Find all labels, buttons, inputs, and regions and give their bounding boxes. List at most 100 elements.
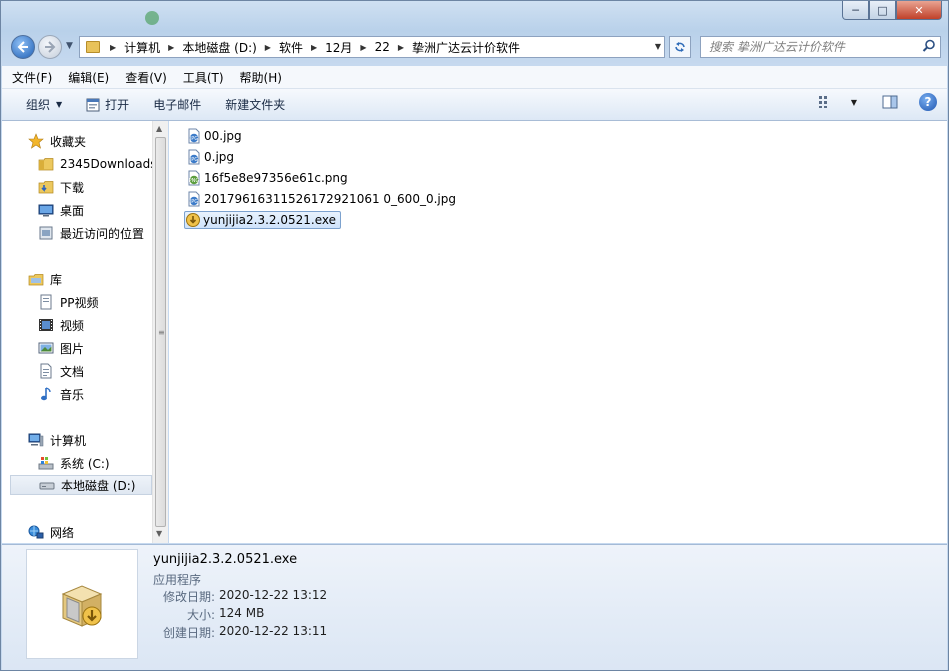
arrow-right-icon [45, 41, 56, 53]
nav-drive-d[interactable]: 本地磁盘 (D:) [10, 475, 152, 495]
details-file-name: yunjijia2.3.2.0521.exe [153, 552, 298, 567]
chevron-right-icon[interactable]: ▶ [398, 43, 404, 52]
downloads-folder-icon [38, 181, 54, 194]
nav-drive-d-label: 本地磁盘 (D:) [61, 478, 136, 493]
address-history-dropdown[interactable]: ▼ [655, 42, 661, 51]
open-button[interactable]: 打开 [74, 93, 141, 117]
file-list: JPG 00.jpg JPG 0.jpg PNG 16f5e8e97356e61… [169, 121, 947, 543]
folder-icon [38, 158, 54, 171]
nav-computer[interactable]: 计算机 [28, 430, 86, 450]
nav-music-label: 音乐 [60, 387, 85, 402]
details-pane: yunjijia2.3.2.0521.exe 应用程序 修改日期: 2020-1… [2, 544, 947, 670]
scroll-down-arrow-icon[interactable]: ▼ [156, 529, 162, 538]
svg-text:JPG: JPG [189, 157, 198, 163]
svg-text:JPG: JPG [189, 199, 198, 205]
menu-edit[interactable]: 编辑(E) [58, 69, 115, 86]
scroll-up-arrow-icon[interactable]: ▲ [156, 124, 162, 133]
nav-pp-video-label: PP视频 [60, 295, 99, 310]
details-created-row: 创建日期: 2020-12-22 13:11 [153, 624, 453, 640]
nav-videos[interactable]: 视频 [38, 315, 84, 335]
file-item-0-jpg[interactable]: JPG 0.jpg [186, 148, 238, 166]
breadcrumb-december[interactable]: 12月 [325, 39, 352, 56]
chevron-right-icon[interactable]: ▶ [360, 43, 366, 52]
breadcrumb-computer[interactable]: 计算机 [124, 39, 160, 56]
title-app-icon [145, 11, 159, 25]
nav-documents[interactable]: 文档 [38, 361, 84, 381]
search-input[interactable] [707, 39, 921, 55]
recent-pages-dropdown[interactable]: ▼ [66, 41, 73, 51]
nav-pictures[interactable]: 图片 [38, 338, 84, 358]
new-folder-button[interactable]: 新建文件夹 [213, 93, 297, 117]
nav-pp-video[interactable]: PP视频 [38, 292, 98, 312]
jpg-file-icon: JPG [188, 149, 200, 165]
nav-network[interactable]: 网络 [28, 522, 74, 542]
address-bar[interactable]: ▶ 计算机 ▶ 本地磁盘 (D:) ▶ 软件 ▶ 12月 ▶ 22 ▶ 挚洲广达… [79, 36, 665, 58]
music-note-icon [41, 387, 51, 401]
file-thumbnail [26, 549, 138, 659]
chevron-right-icon[interactable]: ▶ [311, 43, 317, 52]
navigation-scrollbar[interactable]: ▲ ≡ ▼ [152, 121, 168, 543]
email-button[interactable]: 电子邮件 [141, 93, 213, 117]
maximize-button[interactable]: □ [869, 1, 896, 20]
search-icon[interactable] [922, 39, 936, 53]
menu-tools[interactable]: 工具(T) [173, 69, 230, 86]
search-box [700, 36, 941, 58]
file-item-00-jpg[interactable]: JPG 00.jpg [186, 127, 246, 145]
toolbar-right-group: ▼ ? [817, 93, 937, 111]
nav-computer-label: 计算机 [50, 433, 87, 448]
jpg-file-icon: JPG [188, 191, 200, 207]
details-created-value[interactable]: 2020-12-22 13:11 [219, 624, 327, 638]
view-options-chevron-down-icon[interactable]: ▼ [851, 98, 857, 107]
forward-button[interactable] [38, 35, 62, 59]
nav-videos-label: 视频 [60, 318, 85, 333]
nav-desktop-label: 桌面 [60, 203, 85, 218]
change-view-icon[interactable] [817, 93, 835, 111]
refresh-icon [675, 42, 685, 52]
nav-pictures-label: 图片 [60, 341, 85, 356]
close-button[interactable]: ✕ [896, 1, 942, 20]
scrollbar-thumb[interactable]: ≡ [155, 137, 166, 527]
nav-favorites[interactable]: 收藏夹 [28, 131, 86, 151]
nav-documents-label: 文档 [60, 364, 85, 379]
details-size-value: 124 MB [219, 606, 265, 620]
new-folder-label: 新建文件夹 [225, 98, 286, 112]
breadcrumb-software[interactable]: 软件 [279, 39, 303, 56]
menu-file[interactable]: 文件(F) [2, 69, 58, 86]
system-drive-icon [38, 457, 54, 470]
chevron-right-icon[interactable]: ▶ [110, 43, 116, 52]
minimize-button[interactable]: ─ [842, 1, 869, 20]
nav-recent-places-label: 最近访问的位置 [60, 226, 145, 241]
breadcrumb-22[interactable]: 22 [375, 40, 390, 54]
nav-recent-places[interactable]: 最近访问的位置 [38, 223, 144, 243]
email-label: 电子邮件 [153, 98, 202, 112]
computer-icon [28, 433, 44, 447]
nav-music[interactable]: 音乐 [38, 384, 84, 404]
document-library-icon [40, 294, 52, 310]
refresh-button[interactable] [669, 36, 691, 58]
breadcrumb-current-folder[interactable]: 挚洲广达云计价软件 [412, 39, 520, 56]
grip-icon: ≡ [158, 328, 165, 337]
chevron-right-icon[interactable]: ▶ [168, 43, 174, 52]
nav-libraries-label: 库 [50, 272, 63, 287]
explorer-window: ─ □ ✕ ▼ ▶ 计算机 ▶ 本地磁盘 (D:) ▶ 软件 ▶ 12月 ▶ 2… [0, 0, 949, 671]
file-item-long-jpg[interactable]: JPG 20179616311526172921061 0_600_0.jpg [186, 190, 460, 208]
menu-help[interactable]: 帮助(H) [230, 69, 288, 86]
file-item-exe[interactable]: yunjijia2.3.2.0521.exe [184, 211, 341, 229]
preview-pane-icon[interactable] [881, 93, 899, 111]
nav-downloads[interactable]: 下载 [38, 177, 84, 197]
nav-desktop[interactable]: 桌面 [38, 200, 84, 220]
breadcrumb-drive-d[interactable]: 本地磁盘 (D:) [182, 39, 256, 56]
chevron-right-icon[interactable]: ▶ [265, 43, 271, 52]
help-icon[interactable]: ? [919, 93, 937, 111]
nav-drive-c[interactable]: 系统 (C:) [38, 453, 110, 473]
file-item-png[interactable]: PNG 16f5e8e97356e61c.png [186, 169, 352, 187]
details-modified-value[interactable]: 2020-12-22 13:12 [219, 588, 327, 602]
organize-button[interactable]: 组织 ▼ [14, 93, 74, 117]
menu-bar: 文件(F) 编辑(E) 查看(V) 工具(T) 帮助(H) [2, 66, 947, 89]
menu-view[interactable]: 查看(V) [115, 69, 173, 86]
back-button[interactable] [11, 35, 35, 59]
nav-libraries[interactable]: 库 [28, 269, 62, 289]
installer-box-icon [61, 585, 103, 627]
command-bar: 组织 ▼ 打开 电子邮件 新建文件夹 ▼ ? [2, 89, 947, 121]
nav-2345downloads[interactable]: 2345Downloads [38, 154, 152, 174]
